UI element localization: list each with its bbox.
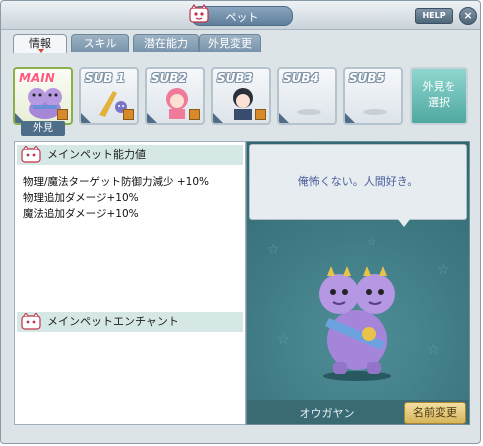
pet-face-icon <box>21 313 41 330</box>
pet-speech-bubble: 俺怖くない。人間好き。 <box>249 144 467 220</box>
pet-window: ペット HELP × 情報 スキル 潜在能力 外見変更 MAIN SUB 1 S… <box>0 0 481 444</box>
pet-slot-main[interactable]: MAIN <box>13 67 73 125</box>
select-appearance-line1: 外見を <box>422 80 456 93</box>
title-pill: ペット <box>189 4 293 26</box>
pet-slot-sub4[interactable]: SUB4 <box>277 67 337 125</box>
active-tab-caret-icon <box>38 49 44 53</box>
window-title: ペット <box>225 11 259 24</box>
slot-badge-icon <box>123 109 134 120</box>
ability-section-header: メインペット能力値 <box>17 145 243 165</box>
pet-slot-sub2[interactable]: SUB2 <box>145 67 205 125</box>
slot-corner-icon <box>147 113 157 123</box>
star-icon: ☆ <box>437 262 450 278</box>
slot-label: SUB 1 <box>85 71 126 85</box>
slot-corner-icon <box>345 113 355 123</box>
stat-line: 物理追加ダメージ+10% <box>23 192 139 204</box>
tab-potential[interactable]: 潜在能力 <box>133 34 199 52</box>
ability-section-title: メインペット能力値 <box>47 148 146 161</box>
tab-info[interactable]: 情報 <box>13 34 67 53</box>
slot-corner-icon <box>81 113 91 123</box>
tab-appearance-change[interactable]: 外見変更 <box>199 34 261 52</box>
title-bar[interactable]: ペット HELP × <box>1 1 480 30</box>
stat-line: 物理/魔法ターゲット防御力減少 +10% <box>23 176 210 188</box>
pet-slot-sub3[interactable]: SUB3 <box>211 67 271 125</box>
select-appearance-line2: 選択 <box>428 96 450 109</box>
speech-bubble-tail <box>397 218 411 227</box>
slot-label: SUB4 <box>283 71 319 85</box>
slot-label: SUB5 <box>349 71 385 85</box>
star-icon: ☆ <box>277 332 290 348</box>
select-appearance-button[interactable]: 外見を 選択 <box>410 67 468 125</box>
help-button[interactable]: HELP <box>415 8 453 24</box>
slot-corner-icon <box>279 113 289 123</box>
empty-slot-shadow <box>363 109 387 115</box>
enchant-section-title: メインペットエンチャント <box>47 315 179 328</box>
pet-face-icon <box>21 146 41 163</box>
tab-skill[interactable]: スキル <box>71 34 129 52</box>
slot-corner-icon <box>213 113 223 123</box>
appearance-tag: 外見 <box>21 121 65 136</box>
star-icon: ☆ <box>427 342 440 358</box>
rename-button[interactable]: 名前変更 <box>404 402 466 424</box>
slot-badge-icon <box>189 109 200 120</box>
stat-line: 魔法追加ダメージ+10% <box>23 208 139 220</box>
pet-slot-sub1[interactable]: SUB 1 <box>79 67 139 125</box>
star-icon: ☆ <box>267 242 280 258</box>
slot-badge-icon <box>57 109 68 120</box>
pet-slot-sub5[interactable]: SUB5 <box>343 67 403 125</box>
enchant-section-header: メインペットエンチャント <box>17 312 243 332</box>
close-button[interactable]: × <box>459 7 477 25</box>
pet-info-panel: メインペット能力値 物理/魔法ターゲット防御力減少 +10% 物理追加ダメージ+… <box>14 141 246 425</box>
pet-name-bar: オウガヤン 名前変更 <box>247 400 469 424</box>
pet-portrait-panel: 俺怖くない。人間好き。 ☆ ☆ ☆ ☆ ☆ オウガヤン 名前変更 <box>246 141 470 425</box>
pet-name: オウガヤン <box>299 407 355 420</box>
empty-slot-shadow <box>297 109 321 115</box>
star-icon: ☆ <box>367 237 376 248</box>
slot-badge-icon <box>255 109 266 120</box>
pet-portrait-image <box>319 266 395 381</box>
